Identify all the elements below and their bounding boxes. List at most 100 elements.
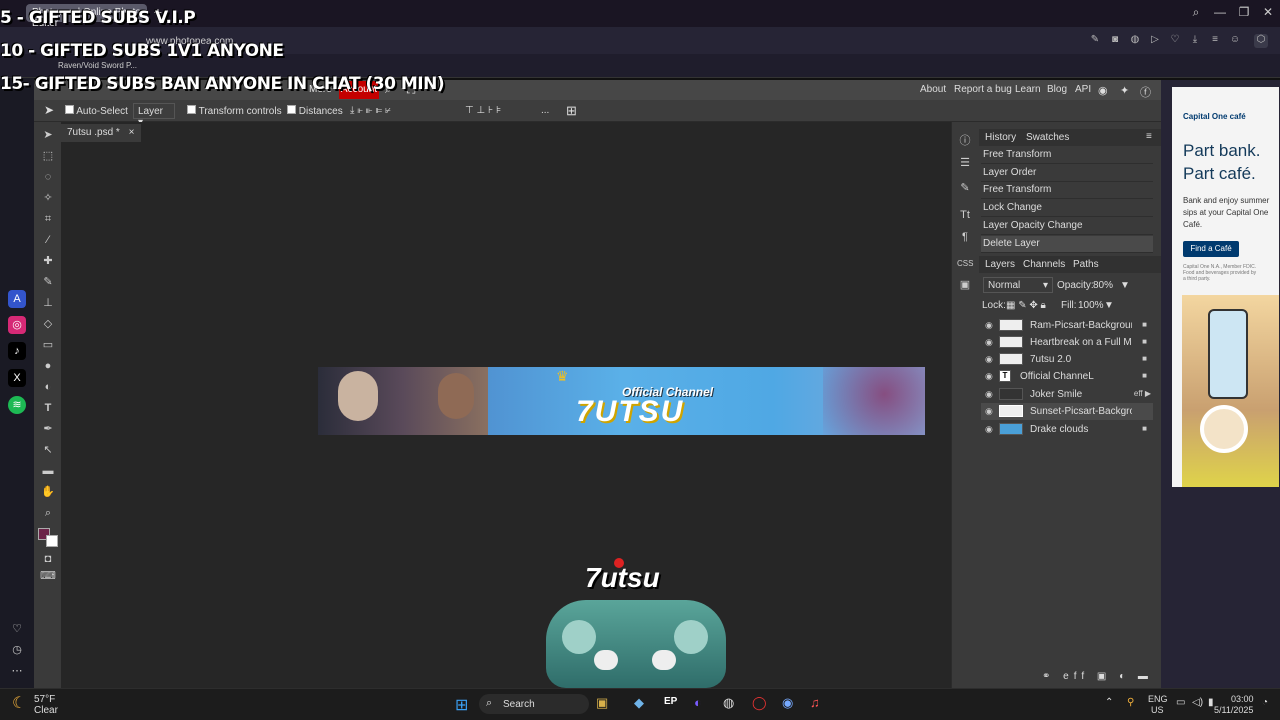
layer-row-selected[interactable]: ◉ Sunset-Picsart-Background (981, 403, 1153, 420)
screen-mode-icon[interactable]: ⌨ (40, 568, 56, 584)
history-item[interactable]: Free Transform (981, 147, 1153, 164)
crop-tool-icon[interactable]: ⌗ (40, 211, 56, 227)
app2-icon[interactable]: ◉ (782, 695, 793, 711)
notification-icon[interactable]: ◔ (1262, 697, 1268, 708)
ad-cta-button[interactable]: Find a Café (1183, 241, 1239, 257)
lasso-tool-icon[interactable]: ◌ (40, 169, 56, 185)
tray-chevron-icon[interactable]: ⌃ (1105, 697, 1113, 708)
eye-icon[interactable]: ◉ (985, 406, 993, 417)
volume-icon[interactable]: ◁) (1192, 697, 1203, 708)
pen-tool-icon[interactable]: ✒ (40, 421, 56, 437)
eye-icon[interactable]: ◉ (985, 389, 993, 400)
transform-controls-checkbox[interactable]: Transform controls (187, 105, 282, 117)
start-icon[interactable]: ⊞ (455, 695, 468, 715)
move-tool-icon[interactable]: ➤ (40, 127, 56, 143)
layer-select[interactable]: Layer ▾ (133, 103, 175, 128)
paragraph-icon[interactable]: ¶ (957, 229, 973, 245)
document-tab[interactable]: 7utsu .psd * × (61, 124, 141, 142)
app-icon[interactable]: ◐ (694, 695, 702, 710)
tab-layers[interactable]: Layers (985, 259, 1015, 270)
move-tool-icon[interactable]: ➤ (44, 103, 54, 117)
zoom-tool-icon[interactable]: ⌕ (40, 505, 56, 521)
type-tool-icon[interactable]: T (40, 400, 56, 416)
battery-icon[interactable]: ▮ (1208, 697, 1214, 708)
bookmark-item[interactable]: Raven/Void Sword P... (58, 61, 137, 70)
brush-settings-icon[interactable]: ✎ (957, 180, 973, 196)
itunes-icon[interactable]: ♫ (810, 695, 820, 710)
background-color[interactable] (46, 535, 58, 547)
blur-tool-icon[interactable]: ● (40, 358, 56, 374)
tab-history[interactable]: History (985, 132, 1016, 143)
search-icon[interactable]: ⌕ (1186, 5, 1206, 21)
mic-icon[interactable]: ⚲ (1127, 697, 1134, 708)
reddit-icon[interactable]: ◉ (1098, 84, 1108, 97)
layer-row[interactable]: ◉ Joker Smile eff ▶ (981, 386, 1153, 403)
clock-time[interactable]: 03:00 (1231, 694, 1254, 704)
history-item[interactable]: Layer Opacity Change (981, 218, 1153, 235)
network-icon[interactable]: ▭ (1176, 697, 1185, 708)
play-icon[interactable]: ▷ (1148, 34, 1162, 48)
history-icon[interactable]: ◷ (8, 641, 26, 659)
minimize-button[interactable]: — (1210, 5, 1230, 21)
hand-tool-icon[interactable]: ✋ (40, 484, 56, 500)
heart-icon[interactable]: ♡ (8, 620, 26, 638)
tab-channels[interactable]: Channels (1023, 259, 1065, 270)
history-item-active[interactable]: Delete Layer (981, 236, 1153, 253)
path-select-icon[interactable]: ↖ (40, 442, 56, 458)
grid-icon[interactable]: ⊞ (566, 103, 577, 119)
instagram-icon[interactable]: ◎ (8, 316, 26, 334)
eye-icon[interactable]: ◉ (985, 424, 993, 435)
distribute-icons[interactable]: ⊤ ⊥ ⊦ ⊧ (465, 105, 501, 116)
layer-row[interactable]: ◉ T Official ChanneL ■ (981, 368, 1153, 385)
edit-icon[interactable]: ✎ (1088, 34, 1102, 48)
layer-row[interactable]: ◉ Ram-Picsart-Background ■ (981, 317, 1153, 334)
blend-mode-select[interactable]: Normal ▾ (983, 277, 1053, 293)
css-icon[interactable]: CSS (957, 256, 973, 272)
close-button[interactable]: ✕ (1258, 5, 1278, 21)
adjustments-icon[interactable]: ☰ (957, 155, 973, 171)
capital-one-ad[interactable]: Capital One café Part bank. Part café. B… (1172, 87, 1279, 487)
epic-icon[interactable]: EP (664, 696, 677, 707)
lock-icons[interactable]: ▦ ✎ ✥ 🔒︎ (1006, 300, 1046, 311)
spotify-icon[interactable]: ≋ (8, 396, 26, 414)
image-icon[interactable]: ▣ (957, 277, 973, 293)
eyedropper-icon[interactable]: ⁄ (40, 232, 56, 248)
menu-report-bug[interactable]: Report a bug (954, 84, 1012, 95)
align-icons[interactable]: ⤓ ⊩ ⊪ ⊫ ⊬ (350, 105, 391, 116)
history-item[interactable]: Free Transform (981, 182, 1153, 199)
layer-row[interactable]: ◉ Heartbreak on a Full Moon ■ (981, 334, 1153, 351)
quick-mask-icon[interactable]: ◘ (40, 551, 56, 567)
weather-icon[interactable]: ☾ (12, 693, 26, 713)
menu-blog[interactable]: Blog (1047, 84, 1067, 95)
character-icon[interactable]: Tt (957, 207, 973, 223)
taskbar-app-icon[interactable]: ▣ (596, 695, 608, 711)
auto-select-checkbox[interactable]: Auto-Select (65, 105, 128, 117)
history-item[interactable]: Lock Change (981, 200, 1153, 217)
close-tab-icon[interactable]: × (129, 127, 135, 138)
x-icon[interactable]: X (8, 369, 26, 387)
menu-api[interactable]: API (1075, 84, 1091, 95)
magic-wand-icon[interactable]: ✧ (40, 190, 56, 206)
shield-icon[interactable]: ◍ (1128, 34, 1142, 48)
steam-icon[interactable]: ◆ (634, 695, 644, 711)
banner-canvas[interactable]: ♛ Official Channel 7UTSU (318, 367, 925, 435)
twitter-icon[interactable]: ✦ (1120, 84, 1129, 97)
healing-brush-icon[interactable]: ✚ (40, 253, 56, 269)
gradient-tool-icon[interactable]: ▭ (40, 337, 56, 353)
facebook-icon[interactable]: ⓕ (1140, 84, 1151, 100)
eraser-tool-icon[interactable]: ◇ (40, 316, 56, 332)
menu-icon[interactable]: ≡ (1208, 34, 1222, 48)
info-icon[interactable]: ⓘ (957, 133, 973, 149)
menu-about[interactable]: About (920, 84, 946, 95)
eye-icon[interactable]: ◉ (985, 354, 993, 365)
tab-swatches[interactable]: Swatches (1026, 132, 1069, 143)
shape-tool-icon[interactable]: ▬ (40, 463, 56, 479)
lang-label[interactable]: ENG (1148, 694, 1168, 704)
marquee-tool-icon[interactable]: ⬚ (40, 148, 56, 164)
menu-learn[interactable]: Learn (1015, 84, 1041, 95)
download-icon[interactable]: ⤓ (1188, 34, 1202, 48)
profile-icon[interactable]: ☺ (1228, 34, 1242, 48)
eye-icon[interactable]: ◉ (985, 371, 993, 382)
weather-temp[interactable]: 57°F (34, 694, 55, 705)
more-icon[interactable]: ⋯ (8, 662, 26, 680)
